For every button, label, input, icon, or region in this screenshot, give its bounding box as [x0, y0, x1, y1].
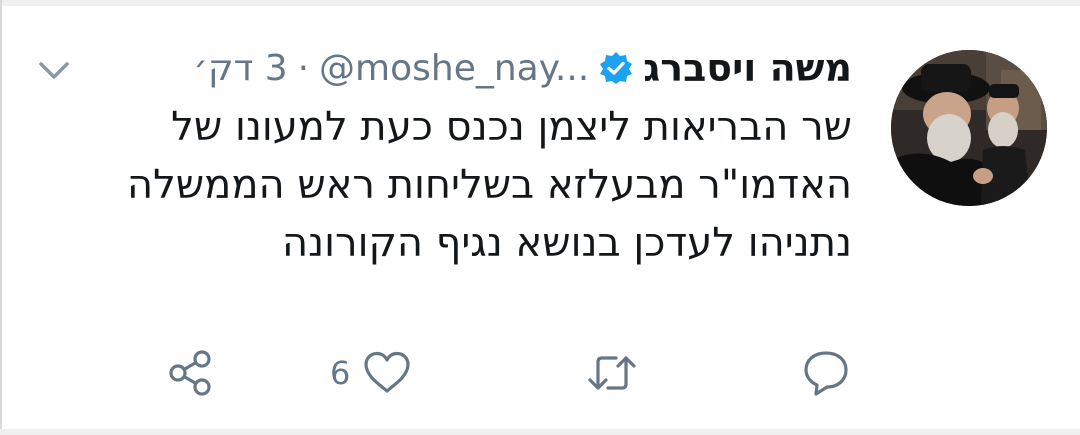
like-button[interactable]: 6 [330, 346, 412, 400]
heart-icon [364, 351, 410, 393]
more-options-chevron-down-icon[interactable] [36, 56, 72, 84]
avatar[interactable] [891, 50, 1047, 206]
verified-badge-icon [599, 51, 633, 85]
like-count: 6 [330, 354, 351, 392]
retweet-icon [588, 356, 636, 390]
tweet-text-line: נתניהו לעדכן בנושא נגיף הקורונה [282, 220, 852, 266]
author-name[interactable]: משה ויסברג [643, 46, 852, 90]
avatar-image [891, 50, 1047, 206]
tweet-actions: 6 [0, 346, 1080, 400]
reply-button[interactable] [800, 346, 852, 400]
author-handle[interactable]: @moshe_nay... [319, 48, 589, 89]
tweet-screen: משה ויסברג @moshe_nay... · 3 דק׳ שר הברי… [0, 0, 1080, 435]
tweet-header: משה ויסברג @moshe_nay... · 3 דק׳ [193, 40, 852, 96]
tweet-text-line: שר הבריאות ליצמן נכנס כעת למעונו של [171, 104, 852, 150]
bottom-divider [0, 429, 1080, 435]
retweet-button[interactable] [586, 346, 638, 400]
reply-bubble-icon [804, 351, 848, 396]
meta-separator: · [297, 47, 310, 89]
tweet-text-line: האדמו"ר מבעלזא בשליחות ראש הממשלה [126, 162, 852, 208]
tweet-text: שר הבריאות ליצמן נכנס כעת למעונו של האדמ… [72, 98, 852, 272]
share-button[interactable] [166, 346, 216, 400]
tweet-timestamp[interactable]: 3 דק׳ [193, 48, 288, 89]
tweet-card[interactable]: משה ויסברג @moshe_nay... · 3 דק׳ שר הברי… [0, 0, 1080, 435]
share-icon [169, 350, 211, 396]
